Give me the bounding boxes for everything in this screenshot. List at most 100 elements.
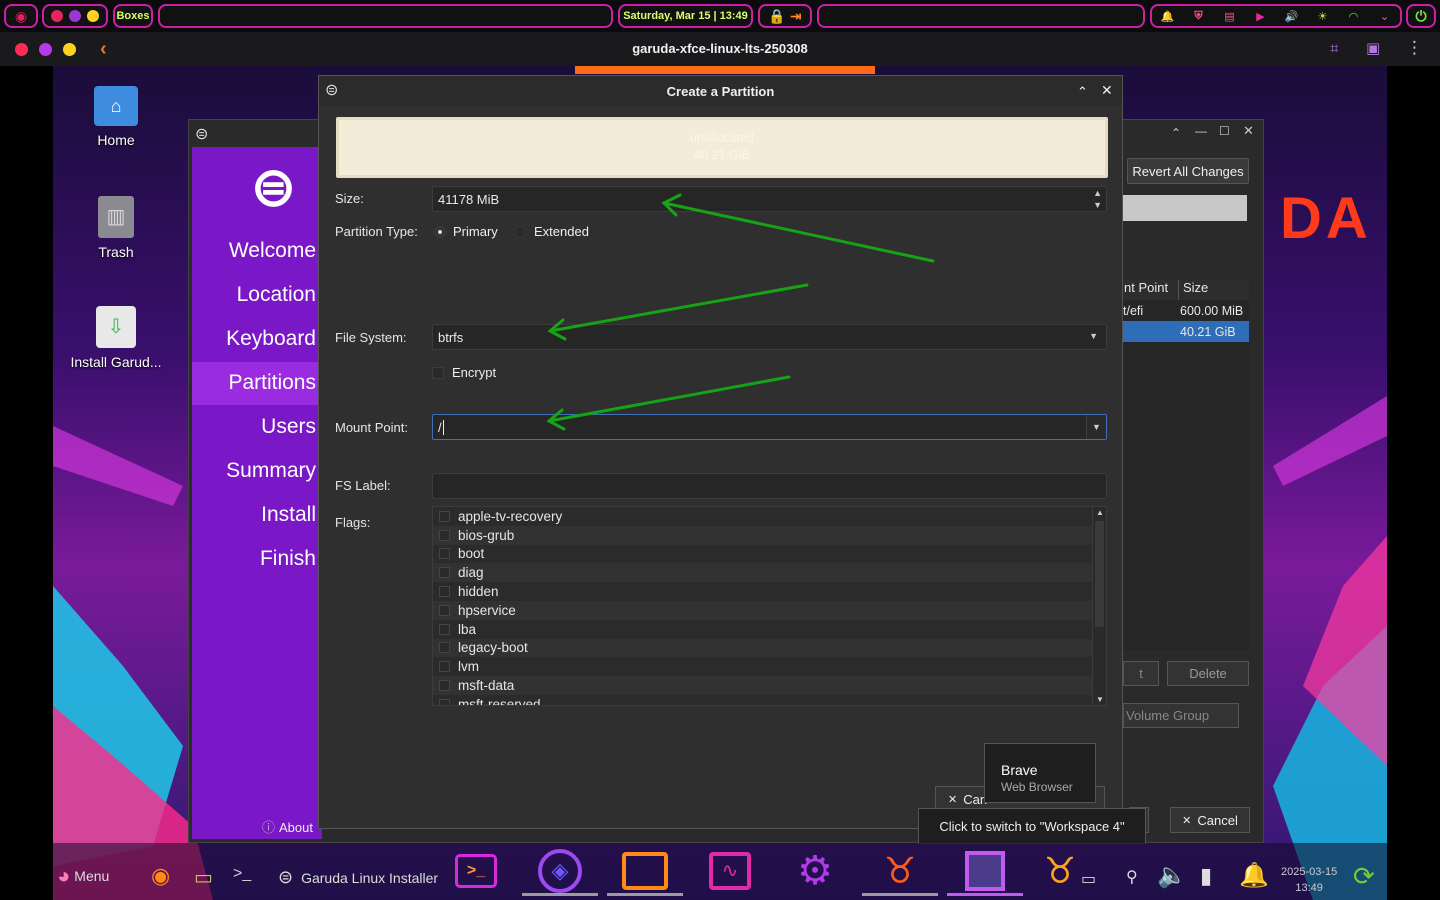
taskbar-clock[interactable]: 2025-03-15 13:49 (1281, 864, 1337, 896)
flag-item[interactable]: msft-data (433, 676, 1093, 695)
power-button[interactable]: ⏻ (1406, 4, 1436, 28)
dropdown-button[interactable]: ▼ (1086, 415, 1106, 439)
spin-down-icon[interactable]: ▼ (1093, 200, 1102, 210)
desktop-icon-trash[interactable]: ▥ Trash (61, 196, 171, 260)
active-app-button[interactable]: Boxes (113, 4, 153, 28)
dialog-titlebar: ⊜ Create a Partition ⌃ ✕ (319, 76, 1122, 106)
dock-system-monitor[interactable]: ∿ (692, 843, 768, 898)
lock-icon[interactable]: 🔒 (768, 8, 785, 25)
bell-icon[interactable]: 🔔 (1157, 5, 1179, 27)
files-icon[interactable]: ▭ (194, 865, 213, 890)
shield-icon[interactable]: ⛨ (1188, 5, 1210, 27)
radio-primary[interactable]: Primary (435, 224, 498, 239)
checkbox-icon (439, 623, 450, 635)
close-icon[interactable]: ✕ (1101, 82, 1113, 99)
size-label: Size: (335, 191, 364, 206)
terminal-icon[interactable]: >_ (233, 865, 251, 883)
window-icon[interactable]: ▭ (1081, 869, 1096, 889)
minimize-icon[interactable]: — (1195, 124, 1207, 138)
task-garuda-installer[interactable]: ⊜ Garuda Linux Installer (278, 867, 438, 888)
flags-scrollbar[interactable]: ▲ ▼ (1092, 507, 1106, 705)
radio-selected-icon (435, 226, 445, 237)
dock-settings[interactable]: ⚙ (777, 843, 853, 898)
edit-button[interactable]: t (1123, 661, 1159, 686)
maximize-dot-icon (87, 10, 99, 22)
about-button[interactable]: ⓘ About (262, 817, 313, 836)
desktop-icon-installer[interactable]: ⇩ Install Garud... (61, 306, 171, 370)
dock-brave[interactable]: ♉ (862, 843, 938, 898)
flag-item[interactable]: lba (433, 619, 1093, 639)
fs-label-input[interactable] (432, 473, 1107, 499)
checkbox-icon (439, 567, 450, 579)
volume-group-button[interactable]: Volume Group (1123, 703, 1239, 728)
encrypt-checkbox[interactable]: Encrypt (432, 365, 496, 380)
delete-button[interactable]: Delete (1167, 661, 1249, 686)
checkbox-icon (439, 586, 450, 598)
file-system-dropdown[interactable]: btrfs ▼ (432, 324, 1107, 350)
flag-item[interactable]: hidden (433, 582, 1093, 601)
flag-item[interactable]: hpservice (433, 600, 1093, 620)
clock[interactable]: Saturday, Mar 15 | 13:49 (618, 4, 753, 28)
brightness-icon[interactable]: ☀ (1312, 5, 1334, 27)
garuda-power-icon[interactable]: ⟳ (1353, 861, 1375, 892)
battery-icon[interactable]: ▮ (1200, 863, 1212, 889)
mount-point-combobox[interactable]: / ▼ (432, 414, 1107, 440)
column-header-mount[interactable]: nt Point (1123, 280, 1178, 300)
radio-extended[interactable]: Extended (514, 224, 589, 239)
dock-workspace[interactable] (947, 843, 1023, 898)
close-icon[interactable]: ✕ (1243, 123, 1254, 139)
logout-icon[interactable]: ⇥ (790, 8, 802, 25)
step-partitions: Partitions (228, 371, 316, 394)
window-controls[interactable] (42, 4, 108, 28)
partition-bar-preview (1123, 195, 1247, 221)
calendar-icon[interactable]: ▤ (1219, 5, 1241, 27)
maximize-icon[interactable]: ☐ (1219, 124, 1230, 138)
dock-file-manager[interactable] (607, 843, 683, 898)
flags-list[interactable]: apple-tv-recovery bios-grub boot diag hi… (432, 506, 1107, 706)
cancel-button[interactable]: ✕ Cancel (1170, 807, 1250, 833)
flag-item[interactable]: legacy-boot (433, 638, 1093, 658)
flag-item[interactable]: lvm (433, 657, 1093, 677)
firefox-icon[interactable]: ◉ (151, 863, 170, 889)
keyboard-grab-icon[interactable]: ⌗ (1330, 40, 1338, 57)
column-header-size[interactable]: Size (1178, 280, 1208, 300)
location-icon[interactable]: ⚲ (1126, 867, 1138, 887)
notification-bell-icon[interactable]: 🔔 (1239, 861, 1269, 890)
flag-item[interactable]: boot (433, 544, 1093, 564)
volume-icon[interactable]: 🔊 (1281, 5, 1303, 27)
window-list-pill[interactable] (158, 4, 613, 28)
flag-item[interactable]: bios-grub (433, 525, 1093, 545)
garuda-menu-button[interactable]: ◉ (4, 4, 38, 28)
flag-item[interactable]: apple-tv-recovery (433, 507, 1093, 526)
flag-item[interactable]: msft-reserved (433, 694, 1093, 705)
flag-item[interactable]: diag (433, 563, 1093, 583)
scroll-down-icon[interactable]: ▼ (1096, 695, 1104, 704)
size-spinbox[interactable]: 41178 MiB ▲ ▼ (432, 186, 1107, 212)
home-folder-icon: ⌂ (94, 86, 138, 126)
desktop-icon-home[interactable]: ⌂ Home (61, 86, 171, 148)
volume-icon[interactable]: 🔈 (1157, 861, 1187, 890)
menu-button[interactable]: ◕ Menu (57, 863, 109, 889)
spin-up-icon[interactable]: ▲ (1093, 188, 1102, 198)
wifi-icon[interactable]: ◠ (1343, 5, 1365, 27)
session-buttons[interactable]: 🔒 ⇥ (758, 4, 812, 28)
table-row[interactable]: t/efi 600.00 MiB (1123, 300, 1249, 321)
chevron-down-icon[interactable]: ⌄ (1374, 5, 1396, 27)
chevron-up-icon[interactable]: ⌃ (1171, 126, 1181, 140)
dock-garuda-boxes[interactable]: ◈ (522, 843, 598, 898)
devices-icon[interactable]: ▣ (1366, 39, 1380, 57)
scroll-up-icon[interactable]: ▲ (1096, 508, 1104, 517)
tooltip-title: Brave (1001, 762, 1038, 778)
info-icon: ⓘ (262, 820, 276, 835)
checkbox-icon (439, 698, 450, 705)
play-icon[interactable]: ▶ (1250, 5, 1272, 27)
chevron-up-icon[interactable]: ⌃ (1077, 84, 1088, 100)
dock-terminal[interactable]: >_ (438, 843, 514, 898)
kebab-menu-icon[interactable]: ⋮ (1406, 38, 1423, 58)
table-row-selected[interactable]: 40.21 GiB (1123, 321, 1249, 342)
size-value: 41178 MiB (438, 191, 500, 207)
pulse-icon: ∿ (709, 851, 751, 890)
system-tray[interactable]: 🔔 ⛨ ▤ ▶ 🔊 ☀ ◠ ⌄ (1150, 4, 1402, 28)
scrollbar-thumb[interactable] (1095, 521, 1104, 627)
revert-all-changes-button[interactable]: Revert All Changes (1127, 158, 1249, 184)
